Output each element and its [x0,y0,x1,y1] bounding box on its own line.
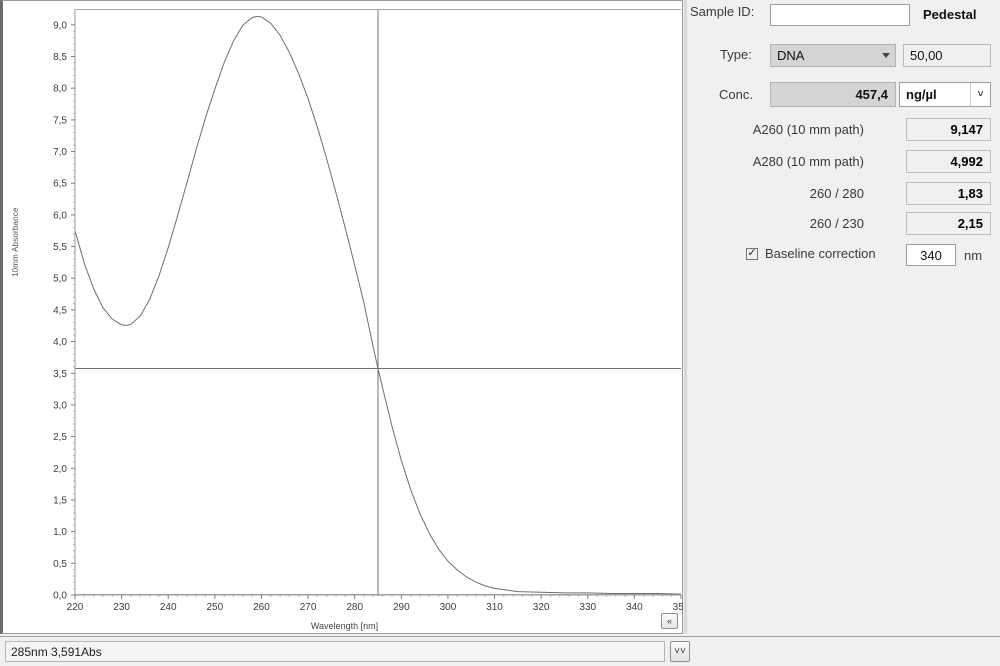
sample-id-label: Sample ID: [690,4,755,19]
svg-text:7,5: 7,5 [53,115,67,126]
cursor-readout-text: 285nm 3,591Abs [11,644,102,659]
svg-text:250: 250 [207,602,224,613]
conc-label: Conc. [719,87,753,102]
svg-text:310: 310 [486,602,503,613]
svg-text:4,5: 4,5 [53,305,67,316]
baseline-correction-label: Baseline correction [765,246,876,261]
type-label: Type: [720,47,752,62]
baseline-wavelength-input[interactable]: 340 [906,244,956,266]
svg-text:6,5: 6,5 [53,179,67,190]
chevron-down-icon [882,53,890,58]
svg-text:220: 220 [67,602,84,613]
svg-text:3,5: 3,5 [53,369,67,380]
measurement-value-field: 2,15 [906,212,991,235]
svg-text:340: 340 [626,602,643,613]
nanodrop-measurement-window: 0,0 0,5 1,0 1,5 2,0 2,5 3,0 3,5 4,0 4,5 5,0 5,5 6,0 6… [0,0,1000,666]
svg-text:5,0: 5,0 [53,274,67,285]
svg-text:320: 320 [533,602,550,613]
x-axis-title: Wavelength [nm] [310,621,379,631]
svg-text:300: 300 [440,602,457,613]
baseline-correction-checkbox[interactable]: ✓ [746,247,758,260]
measurement-side-panel: Sample ID: Pedestal Type: DNA 50,00 Conc… [688,0,1000,634]
measurement-value: 4,992 [950,154,983,169]
svg-text:280: 280 [346,602,363,613]
svg-text:7,0: 7,0 [53,147,67,158]
svg-text:230: 230 [113,602,130,613]
svg-text:4,0: 4,0 [53,337,67,348]
measurement-value: 1,83 [957,186,983,201]
measurement-value-field: 1,83 [906,182,991,205]
conversion-factor-input[interactable]: 50,00 [903,44,991,67]
chevron-down-icon[interactable]: ˅ [970,83,990,106]
conc-value: 457,4 [855,87,888,102]
svg-text:270: 270 [300,602,317,613]
status-bar: 285nm 3,591Abs ˅˅ [0,636,1000,666]
conc-unit-value: ng/µl [906,87,937,102]
measurement-label: A260 (10 mm path) [752,122,864,137]
svg-text:240: 240 [160,602,177,613]
svg-text:3,0: 3,0 [53,400,67,411]
svg-text:6,0: 6,0 [53,210,67,221]
conversion-factor-value: 50,00 [910,48,943,63]
svg-text:1,0: 1,0 [53,527,67,538]
svg-text:2,5: 2,5 [53,432,67,443]
baseline-wavelength-value: 340 [920,247,942,263]
measurement-label: 260 / 280 [809,186,864,201]
svg-text:8,0: 8,0 [53,84,67,95]
baseline-unit-label: nm [964,248,983,263]
svg-text:9,0: 9,0 [53,20,67,31]
baseline-correction-row[interactable]: ✓ Baseline correction [746,246,876,261]
svg-text:0,5: 0,5 [53,559,67,570]
measurement-value-field: 4,992 [906,150,991,173]
type-value: DNA [777,48,805,63]
svg-text:330: 330 [579,602,596,613]
expand-status-button[interactable]: ˅˅ [670,641,690,662]
spectrum-chart-panel[interactable]: 0,0 0,5 1,0 1,5 2,0 2,5 3,0 3,5 4,0 4,5 5,0 5,5 6,0 6… [0,0,686,634]
svg-text:260: 260 [253,602,270,613]
measurement-label: A280 (10 mm path) [752,154,864,169]
measurement-value: 9,147 [950,122,983,137]
svg-text:290: 290 [393,602,410,613]
chart-axes: 0,0 0,5 1,0 1,5 2,0 2,5 3,0 3,5 4,0 4,5 5,0 5,5 6,0 6… [53,9,686,613]
collapse-panel-button[interactable]: « [661,613,678,629]
measurement-value: 2,15 [957,216,983,231]
svg-text:5,5: 5,5 [53,242,67,253]
svg-text:2,0: 2,0 [53,464,67,475]
y-axis-title: 10mm Absorbance [11,207,20,277]
measurement-value-field: 9,147 [906,118,991,141]
pedestal-label: Pedestal [923,7,977,22]
sample-id-row: Sample ID: [690,4,754,19]
conc-value-field: 457,4 [770,82,896,107]
conc-unit-dropdown[interactable]: ng/µl ˅ [899,82,991,107]
measurement-label: 260 / 230 [809,216,864,231]
svg-text:0,0: 0,0 [53,591,67,602]
svg-text:8,5: 8,5 [53,52,67,63]
cursor-readout-field[interactable]: 285nm 3,591Abs [5,641,665,662]
sample-id-input[interactable] [770,4,910,26]
type-dropdown[interactable]: DNA [770,44,896,67]
svg-text:1,5: 1,5 [53,495,67,506]
